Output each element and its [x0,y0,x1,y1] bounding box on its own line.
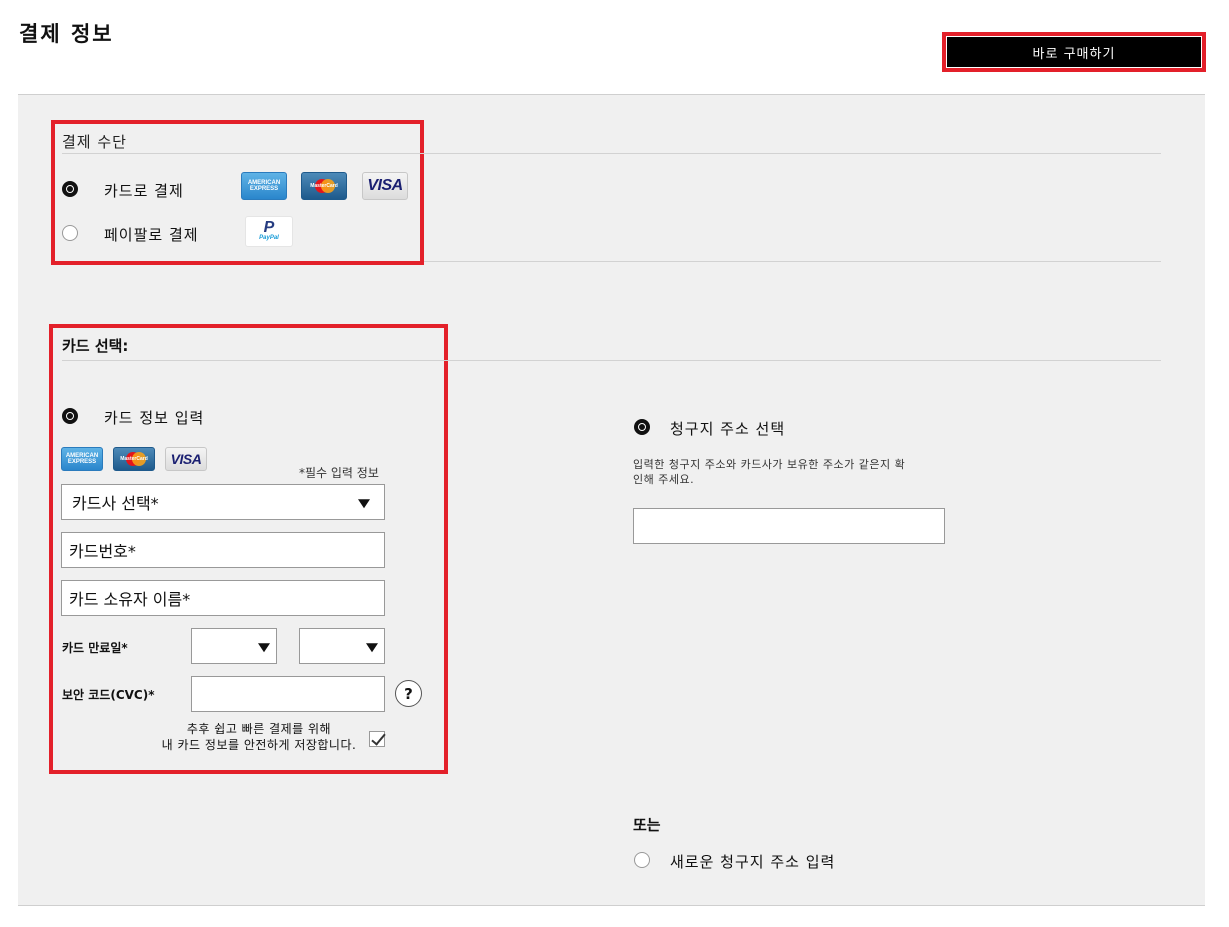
save-card-text: 추후 쉽고 빠른 결제를 위해 내 카드 정보를 안전하게 저장합니다. [158,721,360,753]
visa-logo: VISA [362,172,408,200]
expiry-year-select[interactable] [299,628,385,664]
cvc-label: 보안 코드(CVC)* [62,688,155,702]
billing-info-line2: 인해 주세요. [633,473,695,486]
card-holder-name-input[interactable]: 카드 소유자 이름* [61,580,385,616]
mastercard-logo: MasterCard [301,172,347,200]
expiry-month-select[interactable] [191,628,277,664]
help-icon[interactable]: ? [395,680,422,707]
pay-by-paypal-label[interactable]: 페이팔로 결제 [104,224,199,245]
billing-info-line1: 입력한 청구지 주소와 카드사가 보유한 주소가 같은지 확 [633,458,906,471]
save-card-text-line2: 내 카드 정보를 안전하게 저장합니다. [161,738,357,752]
buy-now-button[interactable]: 바로 구매하기 [947,37,1201,67]
amex-logo-text: AMERICAN EXPRESS [247,180,281,192]
visa-logo: VISA [165,447,207,471]
page-title: 결제 정보 [19,21,114,46]
amex-logo-text: AMERICAN EXPRESS [65,453,99,465]
card-number-placeholder: 카드번호* [69,542,136,561]
pay-by-card-radio[interactable] [62,181,78,197]
visa-logo-text: VISA [367,177,403,194]
paypal-logo: P PayPal [245,216,293,247]
card-select-heading: 카드 선택: [62,337,129,355]
billing-address-select[interactable] [633,508,945,544]
card-issuer-value: 카드사 선택* [72,494,159,513]
visa-logo-text: VISA [170,451,202,467]
paypal-logo-text: PayPal [259,235,279,241]
billing-info-text: 입력한 청구지 주소와 카드사가 보유한 주소가 같은지 확 인해 주세요. [633,457,953,487]
required-note: *필수 입력 정보 [299,466,379,480]
select-billing-address-radio[interactable] [634,419,650,435]
pay-by-paypal-radio[interactable] [62,225,78,241]
mastercard-logo-text: MasterCard [120,456,148,462]
card-holder-name-placeholder: 카드 소유자 이름* [69,590,191,609]
paypal-logo-letter: P [263,219,275,236]
amex-logo: AMERICAN EXPRESS [241,172,287,200]
divider [62,360,1161,361]
card-issuer-select[interactable]: 카드사 선택* [61,484,385,520]
chevron-down-icon [258,643,270,653]
card-number-input[interactable]: 카드번호* [61,532,385,568]
new-billing-address-label[interactable]: 새로운 청구지 주소 입력 [670,851,835,872]
enter-card-label[interactable]: 카드 정보 입력 [104,407,204,428]
or-label: 또는 [633,816,661,834]
divider [424,261,1161,262]
cvc-input[interactable] [191,676,385,712]
mastercard-logo-text: MasterCard [310,183,338,189]
divider [62,153,1161,154]
pay-by-card-label[interactable]: 카드로 결제 [104,180,184,201]
chevron-down-icon [366,643,378,653]
save-card-checkbox[interactable] [369,731,385,747]
amex-logo: AMERICAN EXPRESS [61,447,103,471]
save-card-text-line1: 추후 쉽고 빠른 결제를 위해 [186,722,332,736]
chevron-down-icon [358,499,370,509]
new-billing-address-radio[interactable] [634,852,650,868]
payment-method-heading: 결제 수단 [62,133,127,151]
mastercard-logo: MasterCard [113,447,155,471]
expiry-label: 카드 만료일* [62,641,128,655]
enter-card-radio[interactable] [62,408,78,424]
buy-now-highlight: 바로 구매하기 [942,32,1206,72]
select-billing-address-label[interactable]: 청구지 주소 선택 [670,418,785,439]
